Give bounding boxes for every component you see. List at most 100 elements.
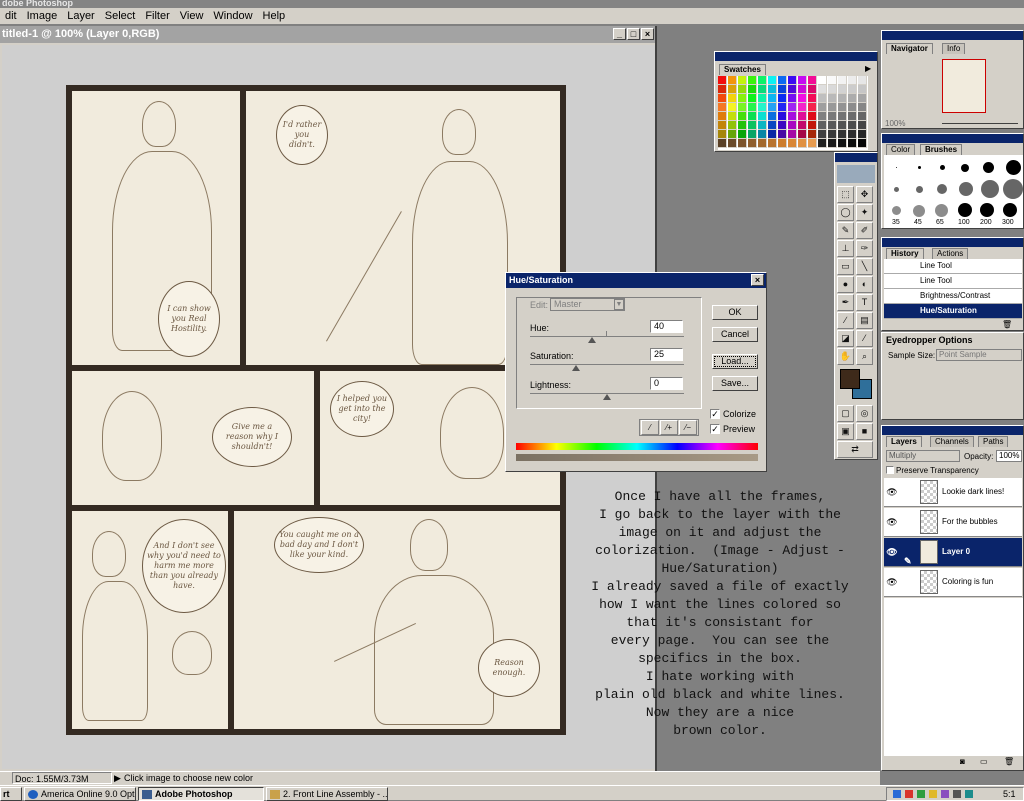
new-layer-icon[interactable]: ▭ [980,757,988,766]
brush-tip[interactable] [958,203,972,217]
color-swatch[interactable] [758,121,767,130]
pen-tool-icon[interactable]: ✒ [837,294,854,311]
preview-checkbox[interactable]: ✓ [710,424,720,434]
color-swatch[interactable] [808,112,817,121]
brush-tip[interactable] [1003,203,1017,217]
tab-info[interactable]: Info [942,43,966,54]
color-swatch[interactable] [858,121,867,130]
eyedropper-minus-icon[interactable]: ⁄− [679,420,697,435]
color-swatch[interactable] [808,94,817,103]
blend-mode-select[interactable]: Multiply [886,450,960,462]
eye-icon[interactable]: 👁 [886,487,898,497]
color-swatch[interactable] [788,121,797,130]
color-swatch[interactable] [738,76,747,85]
color-swatch[interactable] [728,121,737,130]
color-swatch[interactable] [808,76,817,85]
tab-channels[interactable]: Channels [930,436,974,447]
close-button[interactable]: × [641,28,654,40]
brush-tip[interactable] [913,205,925,217]
color-swatch[interactable] [738,103,747,112]
color-swatch[interactable] [718,121,727,130]
color-swatch[interactable] [818,103,827,112]
color-swatch[interactable] [738,139,747,148]
color-swatch[interactable] [828,130,837,139]
airbrush-tool-icon[interactable]: ✎ [837,222,854,239]
tab-color[interactable]: Color [886,144,916,155]
color-swatch[interactable] [818,139,827,148]
color-swatch[interactable] [858,139,867,148]
eyedropper-tool-icon[interactable]: ⁄ [856,330,873,347]
tab-history[interactable]: History [886,248,924,259]
color-swatch[interactable] [758,76,767,85]
saturation-slider-thumb[interactable] [572,365,581,371]
color-swatch[interactable] [768,94,777,103]
color-swatch[interactable] [768,85,777,94]
history-item-selected[interactable]: Hue/Saturation [884,304,1022,319]
color-swatch[interactable] [848,94,857,103]
color-swatch[interactable] [828,121,837,130]
start-button[interactable]: rt [0,787,22,801]
move-tool-icon[interactable]: ✥ [856,186,873,203]
color-swatch[interactable] [778,121,787,130]
brush-tip[interactable] [940,165,945,170]
color-swatch[interactable] [738,85,747,94]
clock[interactable]: 5:1 [1003,788,1016,800]
hue-slider[interactable] [530,336,684,337]
quick-mask-icon[interactable]: ◎ [856,405,873,422]
color-swatch[interactable] [818,121,827,130]
tray-media-icon[interactable] [941,790,949,798]
brush-tip[interactable] [961,164,969,172]
layer-row[interactable]: 👁 Lookie dark lines! [884,478,1022,507]
trash-icon[interactable]: 🗑 [1002,320,1012,329]
color-swatch[interactable] [798,94,807,103]
color-swatch[interactable] [768,130,777,139]
color-swatch[interactable] [728,76,737,85]
history-titlebar[interactable] [882,238,1023,247]
layers-titlebar[interactable] [882,426,1023,435]
history-brush-icon[interactable]: ✑ [856,240,873,257]
menu-image[interactable]: Image [22,8,63,22]
tab-navigator[interactable]: Navigator [886,43,933,54]
color-swatch[interactable] [848,103,857,112]
color-swatch[interactable] [738,121,747,130]
document-titlebar[interactable]: titled-1 @ 100% (Layer 0,RGB) _ □ × [0,26,655,43]
palette-menu-arrow-icon[interactable]: ▶ [865,64,871,73]
color-swatch[interactable] [728,85,737,94]
doc-size[interactable]: Doc: 1.55M/3.73M [12,772,112,784]
lasso-tool-icon[interactable]: ◯ [837,204,854,221]
tray-messenger-icon[interactable] [929,790,937,798]
color-swatch[interactable] [718,76,727,85]
navigator-thumbnail[interactable] [942,59,986,113]
brush-tip[interactable] [896,167,897,168]
color-swatch[interactable] [838,130,847,139]
color-swatch[interactable] [788,112,797,121]
color-swatch[interactable] [748,94,757,103]
color-swatch[interactable] [788,85,797,94]
color-swatch[interactable] [718,94,727,103]
tab-actions[interactable]: Actions [932,248,969,259]
cancel-button[interactable]: Cancel [712,327,758,342]
history-item[interactable]: Brightness/Contrast [884,289,1022,304]
menu-edit[interactable]: dit [0,8,22,22]
color-swatch[interactable] [808,121,817,130]
color-swatch[interactable] [838,76,847,85]
tab-swatches[interactable]: Swatches [719,64,766,75]
color-swatch[interactable] [838,103,847,112]
brush-tip[interactable] [981,180,999,198]
navigator-zoom-slider[interactable] [942,123,1018,124]
paintbrush-tool-icon[interactable]: ✐ [856,222,873,239]
color-swatch[interactable] [778,130,787,139]
color-swatch[interactable] [788,94,797,103]
brush-grid[interactable]: 35 45 65 100 200 300 [884,155,1023,228]
eye-icon[interactable]: 👁 [886,547,898,557]
swatch-grid[interactable] [718,76,868,150]
color-swatch[interactable] [788,76,797,85]
brush-tip[interactable] [892,206,901,215]
save-button[interactable]: Save... [712,376,758,391]
taskbar-aol-button[interactable]: America Online 9.0 Opti... [24,787,136,801]
color-swatch[interactable] [768,103,777,112]
brush-tip[interactable] [980,203,994,217]
taskbar-photoshop-button[interactable]: Adobe Photoshop [138,787,264,801]
color-swatch[interactable] [848,130,857,139]
eyedropper-plus-icon[interactable]: ⁄+ [660,420,678,435]
